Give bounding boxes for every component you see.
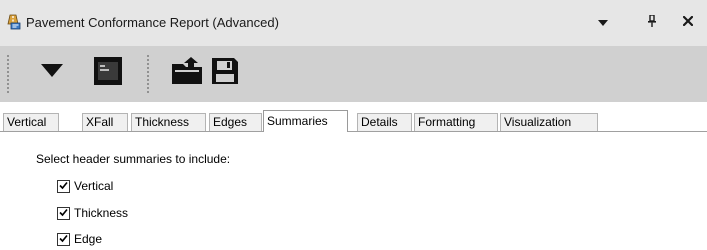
road-report-icon	[5, 14, 21, 30]
toolbar	[0, 46, 707, 102]
dropdown-arrow-icon	[598, 15, 608, 29]
window-menu-button[interactable]	[593, 12, 613, 32]
tab-vertical[interactable]: Vertical	[3, 113, 59, 131]
save-button[interactable]	[208, 56, 242, 88]
pin-icon	[647, 13, 657, 30]
vertical-checkbox[interactable]	[57, 179, 70, 193]
dropdown-arrow-icon	[41, 63, 63, 81]
toolbar-grip[interactable]	[146, 54, 150, 94]
tab-xfall[interactable]: XFall	[82, 113, 128, 131]
close-button[interactable]	[678, 12, 698, 32]
toolbar-dropdown-button[interactable]	[40, 56, 64, 88]
checkmark-icon	[59, 179, 68, 193]
tab-thickness[interactable]: Thickness	[131, 113, 206, 131]
pin-button[interactable]	[642, 12, 662, 32]
checkbox-row-edge[interactable]: Edge	[57, 232, 102, 246]
open-button[interactable]	[170, 56, 204, 88]
tab-visualization[interactable]: Visualization	[500, 113, 598, 131]
checkmark-icon	[59, 232, 68, 246]
thickness-checkbox[interactable]	[57, 206, 70, 220]
tab-strip: Vertical XFall Thickness Edges Summaries…	[0, 102, 707, 132]
tab-summaries[interactable]: Summaries	[263, 110, 348, 132]
open-folder-icon	[170, 56, 204, 89]
summaries-panel: Select header summaries to include: Vert…	[0, 131, 707, 250]
vertical-checkbox-label: Vertical	[74, 179, 114, 193]
checkbox-row-vertical[interactable]: Vertical	[57, 179, 113, 193]
toolbar-grip[interactable]	[6, 54, 10, 94]
summaries-prompt: Select header summaries to include:	[36, 152, 231, 166]
title-bar: Pavement Conformance Report (Advanced)	[0, 0, 707, 46]
tab-formatting[interactable]: Formatting	[414, 113, 498, 131]
tab-details[interactable]: Details	[357, 113, 412, 131]
window-title: Pavement Conformance Report (Advanced)	[26, 15, 279, 30]
thickness-checkbox-label: Thickness	[74, 206, 129, 220]
tab-edges[interactable]: Edges	[209, 113, 262, 131]
console-button[interactable]	[92, 56, 124, 88]
save-icon	[210, 56, 240, 89]
checkbox-row-thickness[interactable]: Thickness	[57, 206, 128, 220]
edge-checkbox-label: Edge	[74, 232, 103, 246]
close-icon	[682, 15, 694, 29]
checkmark-icon	[59, 206, 68, 220]
edge-checkbox[interactable]	[57, 232, 70, 246]
terminal-icon	[93, 56, 123, 89]
